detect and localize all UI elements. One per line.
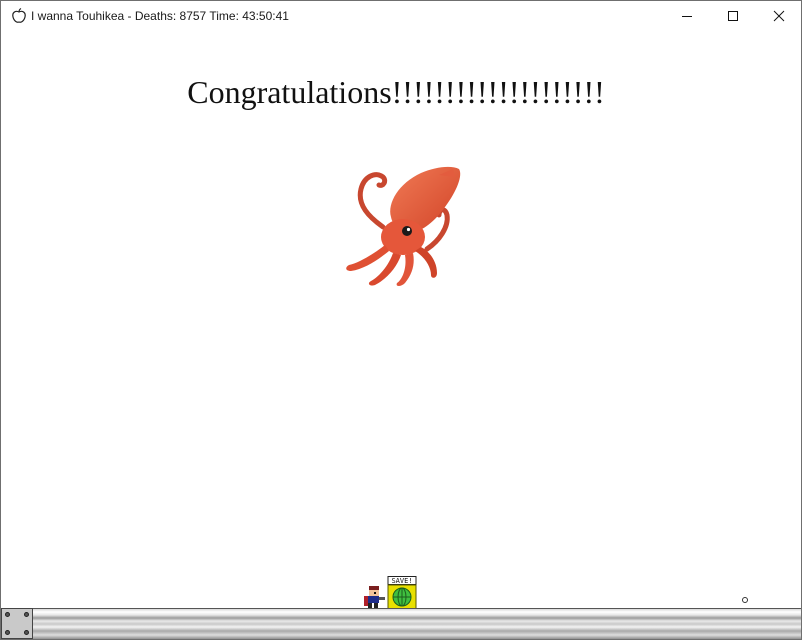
- game-canvas[interactable]: Congratulations!!!!!!!!!!!!!!!!!!!! SAVE…: [1, 31, 801, 639]
- apple-icon: [10, 7, 28, 25]
- maximize-button[interactable]: [710, 1, 756, 31]
- floor-block: [1, 608, 33, 639]
- save-label: SAVE!: [391, 577, 412, 585]
- close-button[interactable]: [756, 1, 801, 31]
- small-orb: [742, 597, 748, 603]
- rivet: [5, 630, 10, 635]
- rivet: [5, 612, 10, 617]
- close-icon: [773, 10, 785, 22]
- window-title: I wanna Touhikea - Deaths: 8757 Time: 43…: [31, 9, 289, 23]
- rivet: [24, 612, 29, 617]
- player-sprite: [364, 586, 385, 609]
- rivet: [24, 630, 29, 635]
- floor-pipe: [1, 608, 801, 639]
- save-point: SAVE!: [387, 576, 417, 610]
- maximize-icon: [728, 11, 738, 21]
- squid-icon: [346, 166, 461, 286]
- title-bar[interactable]: I wanna Touhikea - Deaths: 8757 Time: 43…: [1, 1, 801, 31]
- minimize-button[interactable]: [664, 1, 710, 31]
- game-window: I wanna Touhikea - Deaths: 8757 Time: 43…: [0, 0, 802, 640]
- congratulations-message: Congratulations!!!!!!!!!!!!!!!!!!!!: [187, 74, 605, 110]
- minimize-icon: [682, 16, 692, 17]
